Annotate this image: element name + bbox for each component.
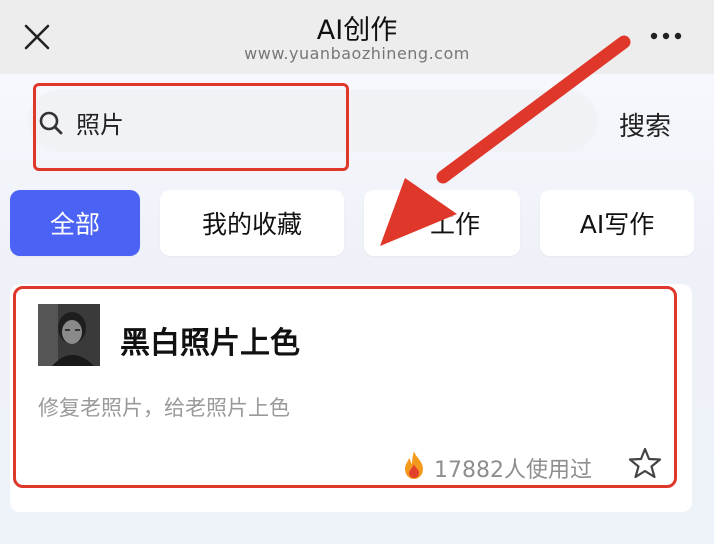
- tab-all[interactable]: 全部: [10, 190, 140, 256]
- more-icon[interactable]: [648, 26, 688, 46]
- main-content: 搜索 全部 我的收藏 工作 AI写作 黑白照片上色 修复老照片，给老照片上色 1…: [0, 74, 714, 544]
- tab-work-label: 工作: [429, 210, 480, 239]
- page-url: www.yuanbaozhineng.com: [244, 44, 470, 63]
- card-highlight-annotation: [13, 286, 677, 488]
- search-highlight-annotation: [33, 83, 349, 171]
- top-bar: AI创作 www.yuanbaozhineng.com: [0, 0, 714, 74]
- page-title: AI创作: [316, 15, 398, 46]
- tab-my-favorites[interactable]: 我的收藏: [160, 190, 344, 256]
- search-button[interactable]: 搜索: [610, 106, 680, 143]
- tab-work[interactable]: 工作: [364, 190, 520, 256]
- tab-ai-writing[interactable]: AI写作: [540, 190, 694, 256]
